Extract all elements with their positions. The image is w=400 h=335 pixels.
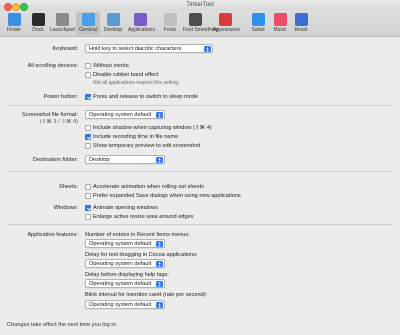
fonts-icon <box>163 13 177 26</box>
blink-interval-popup[interactable]: Operating system default ▴ ▾ <box>85 300 165 309</box>
disable-rubber-band-label: Disable rubber band effect <box>93 72 159 78</box>
toolbar-item-label: Appearance <box>213 27 240 33</box>
toolbar-item-reset[interactable]: Reset <box>289 12 313 35</box>
toolbar: Finder Dock Launchpad General Desktop Applica… <box>0 11 400 37</box>
drag-delay-label: Delay for text dragging in Cocoa applica… <box>85 252 198 258</box>
destination-folder-popup[interactable]: Desktop ▴ ▾ <box>85 155 165 164</box>
scrolling-label: All scrolling devices: <box>27 63 78 69</box>
rubber-band-note: Not all applications respect this settin… <box>93 80 180 86</box>
keyboard-label: Keyboard: <box>52 46 79 52</box>
toolbar-item-label: Desktop <box>103 27 123 33</box>
divider <box>8 224 392 225</box>
drag-delay-popup[interactable]: Operating system default ▴ ▾ <box>85 259 165 268</box>
recent-items-label: Number of entries in Recent Items menus: <box>85 232 190 238</box>
divider <box>8 171 392 172</box>
help-delay-value: Operating system default <box>89 281 152 287</box>
toolbar-item-fonts[interactable]: Fonts <box>158 12 182 35</box>
include-time-checkbox[interactable] <box>85 134 91 140</box>
toolbar-item-label: Fonts <box>163 27 177 33</box>
expanded-save-label: Prefer expanded Save dialogs when using … <box>93 193 241 199</box>
windows-label: Windows: <box>53 205 78 211</box>
toolbar-item-label: Safari <box>251 27 265 33</box>
accelerate-sheets-label: Accelerate animation when rolling out sh… <box>93 184 205 190</box>
animate-windows-checkbox[interactable] <box>85 205 91 211</box>
toolbar-item-launchpad[interactable]: Launchpad <box>50 12 75 35</box>
without-inertia-label: Without inertia <box>93 63 129 69</box>
screenshot-format-value: Operating system default <box>89 112 152 118</box>
help-delay-popup[interactable]: Operating system default ▴ ▾ <box>85 279 165 288</box>
include-shadow-label: Include shadow when capturing window (⇧⌘… <box>93 125 212 131</box>
title-bar: TinkerTool <box>0 0 400 11</box>
recent-items-value: Operating system default <box>89 241 152 247</box>
toolbar-item-label: Applications <box>128 27 155 33</box>
launchpad-icon <box>55 13 69 26</box>
show-preview-checkbox[interactable] <box>85 143 91 149</box>
appearance-icon <box>218 13 232 26</box>
toolbar-item-label: Finder <box>6 27 22 33</box>
toolbar-item-desktop[interactable]: Desktop <box>101 12 125 35</box>
application-features-label: Application features: <box>27 232 78 238</box>
toolbar-item-font-smoothing[interactable]: Font Smoothing <box>183 12 219 35</box>
toolbar-item-safari[interactable]: Safari <box>246 12 270 35</box>
disable-rubber-band-checkbox[interactable] <box>85 72 91 78</box>
toolbar-item-label: Dock <box>32 27 44 33</box>
toolbar-item-finder[interactable]: Finder <box>2 12 26 35</box>
expanded-save-checkbox[interactable] <box>85 193 91 199</box>
toolbar-item-dock[interactable]: Dock <box>26 12 50 35</box>
include-time-label: Include recording time in file name <box>93 134 179 140</box>
chevron-updown-icon: ▴ ▾ <box>156 241 163 248</box>
toolbar-item-general[interactable]: General <box>76 12 100 35</box>
help-delay-label: Delay before displaying help tags: <box>85 272 169 278</box>
enlarge-resize-label: Enlarge active resize area around edges <box>93 214 194 220</box>
recent-items-popup[interactable]: Operating system default ▴ ▾ <box>85 239 165 248</box>
toolbar-item-applications[interactable]: Applications <box>128 12 155 35</box>
window-title: TinkerTool <box>186 2 214 8</box>
general-icon <box>81 13 95 26</box>
chevron-updown-icon: ▴ ▾ <box>156 281 163 288</box>
toolbar-item-label: Font Smoothing <box>183 27 219 33</box>
enlarge-resize-checkbox[interactable] <box>85 214 91 220</box>
chevron-updown-icon: ▴ ▾ <box>156 261 163 268</box>
safari-icon <box>251 13 265 26</box>
blink-interval-label: Blink interval for insertion caret (rate… <box>85 292 208 298</box>
chevron-updown-icon: ▴ ▾ <box>156 157 163 164</box>
toolbar-item-appearance[interactable]: Appearance <box>213 12 240 35</box>
chevron-updown-icon: ▴ ▾ <box>156 112 163 119</box>
desktop-icon <box>106 13 120 26</box>
dock-icon <box>31 13 45 26</box>
destination-folder-label: Destination folder: <box>32 157 78 163</box>
blink-interval-value: Operating system default <box>89 302 152 308</box>
divider <box>8 105 392 106</box>
tinkertool-window: TinkerTool Finder Dock Launchpad General Des… <box>0 0 400 335</box>
applications-icon <box>133 13 147 26</box>
music-icon <box>273 13 287 26</box>
chevron-updown-icon: ▴ ▾ <box>204 46 211 53</box>
screenshot-format-popup[interactable]: Operating system default ▴ ▾ <box>85 110 165 119</box>
font-smoothing-icon <box>188 13 202 26</box>
accelerate-sheets-checkbox[interactable] <box>85 184 91 190</box>
without-inertia-checkbox[interactable] <box>85 63 91 69</box>
screenshot-format-label: Screenshot file format: <box>22 112 78 118</box>
drag-delay-value: Operating system default <box>89 261 152 267</box>
sheets-label: Sheets: <box>59 184 78 190</box>
power-sleep-checkbox[interactable] <box>85 94 91 100</box>
include-shadow-checkbox[interactable] <box>85 125 91 131</box>
toolbar-item-label: Reset <box>294 27 308 33</box>
toolbar-item-label: Launchpad <box>50 27 75 33</box>
animate-windows-label: Animate opening windows <box>93 205 158 211</box>
reset-icon <box>294 13 308 26</box>
power-sleep-label: Press and release to switch to sleep mod… <box>93 94 199 100</box>
screenshot-shortcut-label: (⇧⌘ 3 / ⇧⌘ 4) <box>39 119 78 125</box>
keyboard-value: Hold key to select diacritic characters <box>89 46 182 52</box>
destination-folder-value: Desktop <box>89 157 110 163</box>
power-label: Power button: <box>43 94 78 100</box>
footer-note: Changes take effect the next time you lo… <box>7 322 118 328</box>
keyboard-popup[interactable]: Hold key to select diacritic characters … <box>85 44 213 53</box>
chevron-updown-icon: ▴ ▾ <box>156 302 163 309</box>
finder-icon <box>7 13 21 26</box>
toolbar-item-label: General <box>79 27 97 33</box>
show-preview-label: Show temporary preview to edit screensho… <box>93 143 201 149</box>
